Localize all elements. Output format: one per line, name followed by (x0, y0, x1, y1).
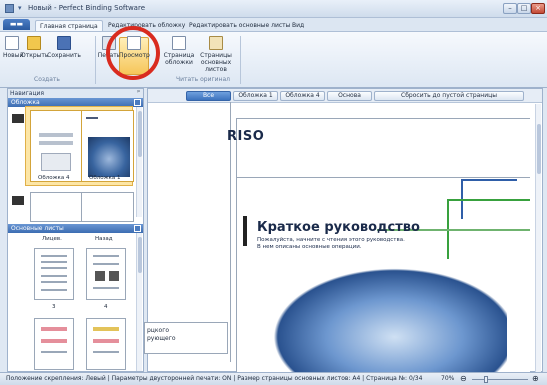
filter-cover1-button[interactable]: Обложка 1 (233, 91, 278, 101)
new-document-icon (5, 36, 19, 50)
zoom-slider[interactable] (472, 379, 528, 380)
document-title: Краткое руководство (257, 220, 420, 235)
filter-all-button[interactable]: Все (186, 91, 231, 101)
title-bar: ▾ Новый - Perfect Binding Software – □ × (0, 0, 547, 18)
riso-logo: RISO (227, 129, 265, 144)
cover-thumbnail-partial[interactable] (81, 192, 134, 222)
zoom-out-icon[interactable]: ⊖ (460, 373, 467, 385)
highlight-circle (106, 26, 160, 80)
group-create-label: Создать (34, 76, 60, 83)
page-3-thumbnail[interactable] (34, 248, 74, 300)
cover-4-caption: Обложка 4 (38, 175, 70, 181)
collapse-icon[interactable] (134, 225, 141, 232)
window-title: Новый - Perfect Binding Software (28, 4, 146, 12)
left-page-snippet: рцкого рующего (144, 322, 228, 354)
cover-page-icon (172, 36, 186, 50)
document-subtitle-1: Пожалуйста, начните с чтения этого руков… (257, 237, 405, 243)
page-3-number: 3 (52, 304, 56, 310)
snippet-line-2: рующего (147, 335, 176, 342)
main-pages-label-1: Страницы (200, 52, 232, 59)
column-front-label: Лицев. (42, 236, 62, 242)
snippet-line-1: рцкого (147, 327, 170, 334)
group-read-original-label: Читать оригинал (176, 76, 230, 83)
minimize-button[interactable]: – (503, 3, 517, 14)
filter-base-button[interactable]: Основа (327, 91, 372, 101)
cover-thumbnail-partial[interactable] (30, 192, 83, 222)
group-separator (95, 36, 96, 84)
page-4-thumbnail[interactable] (86, 248, 126, 300)
cover-marker-icon (12, 196, 24, 205)
cover-marker-icon (12, 114, 24, 123)
covers-header-label: Обложка (11, 99, 40, 106)
main-pages-button[interactable]: Страницы основных листов (195, 36, 237, 73)
cover-1-thumbnail[interactable] (81, 110, 134, 182)
save-label: Сохранить (47, 52, 81, 59)
collapse-icon[interactable] (134, 99, 141, 106)
cover-4-thumbnail[interactable] (30, 110, 83, 182)
page-6-thumbnail[interactable] (86, 318, 126, 370)
page-filter-bar: Все Обложка 1 Обложка 4 Основа Сбросить … (148, 89, 542, 103)
main-pages-label-2: основных листов (200, 59, 232, 73)
main-sheets-section-header[interactable]: Основные листы (8, 224, 143, 233)
app-icon (5, 4, 14, 13)
floppy-disk-icon (57, 36, 71, 50)
pages-stack-icon (209, 36, 223, 50)
file-menu-icon: ▬▬ (9, 20, 24, 28)
file-menu-button[interactable]: ▬▬ (3, 19, 30, 30)
quick-access-dropdown-icon[interactable]: ▾ (18, 4, 26, 13)
cover-page-label-2: обложки (165, 59, 193, 66)
main-sheets-header-label: Основные листы (11, 225, 64, 232)
page-4-number: 4 (104, 304, 108, 310)
close-button[interactable]: × (531, 3, 545, 14)
save-button[interactable]: Сохранить (47, 36, 81, 59)
preview-scrollbar[interactable] (535, 104, 541, 372)
scrollbar-thumb[interactable] (537, 124, 541, 174)
cover-1-caption: Обложка 1 (89, 175, 121, 181)
zoom-level: 70% (441, 375, 455, 382)
scrollbar-thumb[interactable] (138, 237, 142, 273)
open-button[interactable]: Открыть (21, 36, 49, 59)
maximize-button[interactable]: □ (517, 3, 531, 14)
document-subtitle-2: В нем описаны основные операции. (257, 244, 362, 250)
column-back-label: Назад (95, 236, 113, 242)
title-accent-bar (243, 216, 247, 246)
zoom-in-icon[interactable]: ⊕ (532, 373, 539, 385)
folder-icon (27, 36, 41, 50)
status-bar: Положение скрепления: Левый | Параметры … (0, 372, 547, 385)
page-5-thumbnail[interactable] (34, 318, 74, 370)
reset-blank-page-button[interactable]: Сбросить до пустой страницы (374, 91, 524, 101)
scrollbar-thumb[interactable] (138, 111, 142, 157)
pin-icon[interactable]: ᵖ (137, 89, 140, 96)
group-separator-2 (240, 36, 241, 84)
ribbon: Новый Открыть Сохранить Создать Печать П… (0, 31, 547, 88)
cover-page-button[interactable]: Страница обложки (163, 36, 195, 66)
tab-view[interactable]: Вид (288, 20, 308, 31)
open-label: Открыть (21, 52, 49, 59)
main-sheets-scrollbar[interactable] (136, 233, 142, 371)
status-text: Положение скрепления: Левый | Параметры … (6, 375, 423, 382)
new-button[interactable]: Новый (3, 36, 23, 59)
covers-scrollbar[interactable] (136, 107, 142, 217)
zoom-slider-thumb[interactable] (484, 376, 488, 383)
cover-page-label-1: Страница (163, 52, 195, 59)
tab-home[interactable]: Главная страница (35, 20, 103, 31)
tab-edit-main-sheets[interactable]: Редактировать основные листы (185, 20, 294, 31)
nav-panel-title: Навигация (8, 89, 143, 98)
filter-cover4-button[interactable]: Обложка 4 (280, 91, 325, 101)
ribbon-tabs: ▬▬ Главная страница Редактировать обложк… (0, 18, 547, 31)
